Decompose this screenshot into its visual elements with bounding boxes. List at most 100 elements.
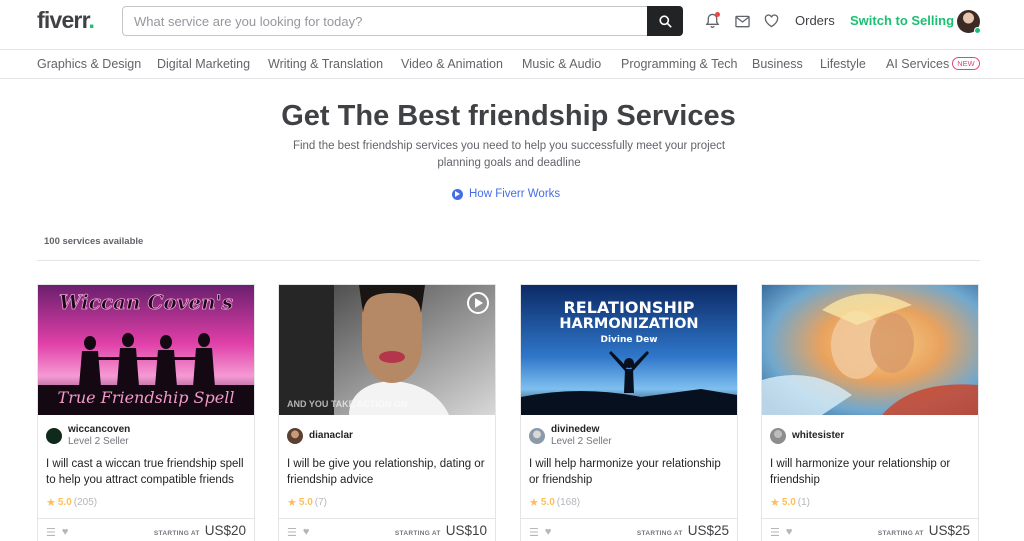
orders-link[interactable]: Orders (795, 13, 835, 28)
thumbnail-text: AND YOU TAKE ACTION ON (287, 399, 407, 409)
starting-at-label: STARTING AT (636, 530, 683, 537)
gig-title[interactable]: I will help harmonize your relationship … (529, 457, 733, 488)
seller-name[interactable]: divinedew (551, 424, 612, 436)
menu-icon[interactable]: ☰ (770, 526, 780, 539)
page-subtitle: Find the best friendship services you ne… (292, 140, 726, 169)
gig-rating: ★ 5.0 (205) (46, 496, 97, 509)
card-actions: ☰ ♥ (529, 526, 551, 539)
category-programming-tech[interactable]: Programming & Tech (621, 57, 738, 71)
category-ai-services-label: AI Services (886, 57, 950, 71)
notifications-button[interactable] (703, 12, 721, 30)
category-video-animation[interactable]: Video & Animation (401, 57, 503, 71)
category-business[interactable]: Business (752, 57, 803, 71)
gig-price: STARTING AT US$20 (154, 523, 246, 538)
new-badge: NEW (952, 57, 980, 70)
category-graphics-design[interactable]: Graphics & Design (37, 57, 141, 71)
price-value: US$25 (687, 523, 729, 538)
seller-avatar[interactable] (46, 428, 62, 444)
thumbnail-bottom-text: True Friendship Spell (58, 388, 235, 407)
star-icon: ★ (46, 497, 56, 509)
rating-score: 5.0 (57, 497, 72, 508)
fiverr-logo[interactable]: fiverr. (37, 7, 95, 34)
how-fiverr-works-link[interactable]: How Fiverr Works (452, 188, 560, 200)
messages-button[interactable] (733, 12, 751, 30)
menu-icon[interactable]: ☰ (46, 526, 56, 539)
category-lifestyle[interactable]: Lifestyle (820, 57, 866, 71)
category-writing-translation[interactable]: Writing & Translation (268, 57, 383, 71)
gig-price: STARTING AT US$25 (637, 523, 729, 538)
menu-icon[interactable]: ☰ (287, 526, 297, 539)
seller-info: divinedew Level 2 Seller (529, 424, 612, 448)
seller-name[interactable]: whitesister (792, 430, 844, 442)
price-value: US$10 (445, 523, 487, 538)
gig-card[interactable]: whitesister I will harmonize your relati… (761, 284, 979, 541)
category-ai-services[interactable]: AI Services NEW (886, 57, 980, 71)
seller-level: Level 2 Seller (68, 436, 129, 447)
thumbnail-top-text: Wiccan Coven's (59, 290, 233, 314)
play-circle-icon (452, 188, 463, 200)
user-avatar[interactable] (957, 10, 981, 34)
how-fiverr-works-label: How Fiverr Works (469, 188, 561, 200)
search-input[interactable] (123, 7, 647, 35)
seller-level: Level 2 Seller (551, 436, 612, 447)
divider (37, 260, 980, 261)
menu-icon[interactable]: ☰ (529, 526, 539, 539)
gig-price: STARTING AT US$10 (395, 523, 487, 538)
card-actions: ☰ ♥ (287, 526, 309, 539)
card-divider (279, 518, 495, 519)
starting-at-label: STARTING AT (877, 530, 924, 537)
rating-score: 5.0 (781, 497, 796, 508)
heart-icon[interactable]: ♥ (786, 526, 793, 539)
category-nav: Graphics & Design Digital Marketing Writ… (0, 49, 1024, 79)
gig-rating: ★ 5.0 (168) (529, 496, 580, 509)
category-digital-marketing[interactable]: Digital Marketing (157, 57, 250, 71)
star-icon: ★ (770, 497, 780, 509)
seller-avatar[interactable] (770, 428, 786, 444)
search-icon (658, 14, 672, 28)
rating-score: 5.0 (540, 497, 555, 508)
seller-avatar[interactable] (287, 428, 303, 444)
seller-info: wiccancoven Level 2 Seller (46, 424, 130, 448)
gig-thumbnail[interactable]: RELATIONSHIP HARMONIZATION Divine Dew (521, 285, 737, 415)
top-header: fiverr. Orders Switch to Selling (0, 0, 1024, 42)
thumbnail-title-line-1: RELATIONSHIP (563, 298, 694, 317)
thumbnail-title-line-2: HARMONIZATION (559, 316, 698, 332)
review-count: (1) (797, 497, 811, 508)
card-divider (762, 518, 978, 519)
notification-dot (715, 12, 720, 17)
favorites-button[interactable] (762, 12, 780, 30)
seller-name[interactable]: dianaclar (309, 430, 353, 442)
star-icon: ★ (287, 497, 297, 509)
services-count: 100 services available (44, 236, 144, 247)
card-divider (521, 518, 737, 519)
seller-avatar[interactable] (529, 428, 545, 444)
seller-name[interactable]: wiccancoven (68, 424, 130, 436)
category-music-audio[interactable]: Music & Audio (522, 57, 601, 71)
online-status-dot (974, 27, 981, 34)
gig-card[interactable]: Wiccan Coven's True Friendship Spell wic… (37, 284, 255, 541)
gig-card[interactable]: AND YOU TAKE ACTION ON dianaclar I will … (278, 284, 496, 541)
review-count: (168) (556, 497, 581, 508)
heart-icon[interactable]: ♥ (303, 526, 310, 539)
price-value: US$20 (204, 523, 246, 538)
search-bar (122, 6, 683, 36)
starting-at-label: STARTING AT (153, 530, 200, 537)
card-divider (38, 518, 254, 519)
gig-rating: ★ 5.0 (7) (287, 496, 327, 509)
envelope-icon (734, 15, 750, 27)
switch-to-selling-link[interactable]: Switch to Selling (850, 13, 954, 28)
heart-icon[interactable]: ♥ (62, 526, 69, 539)
review-count: (205) (73, 497, 98, 508)
gig-title[interactable]: I will be give you relationship, dating … (287, 457, 491, 488)
gig-rating: ★ 5.0 (1) (770, 496, 810, 509)
gig-title[interactable]: I will harmonize your relationship or fr… (770, 457, 974, 488)
gig-thumbnail[interactable]: AND YOU TAKE ACTION ON (279, 285, 495, 415)
search-button[interactable] (647, 6, 683, 36)
card-actions: ☰ ♥ (46, 526, 68, 539)
gig-thumbnail[interactable]: Wiccan Coven's True Friendship Spell (38, 285, 254, 415)
gig-thumbnail[interactable] (762, 285, 978, 415)
page-title: Get The Best friendship Services (281, 100, 736, 132)
gig-card[interactable]: RELATIONSHIP HARMONIZATION Divine Dew di… (520, 284, 738, 541)
heart-icon[interactable]: ♥ (545, 526, 552, 539)
gig-title[interactable]: I will cast a wiccan true friendship spe… (46, 457, 250, 488)
